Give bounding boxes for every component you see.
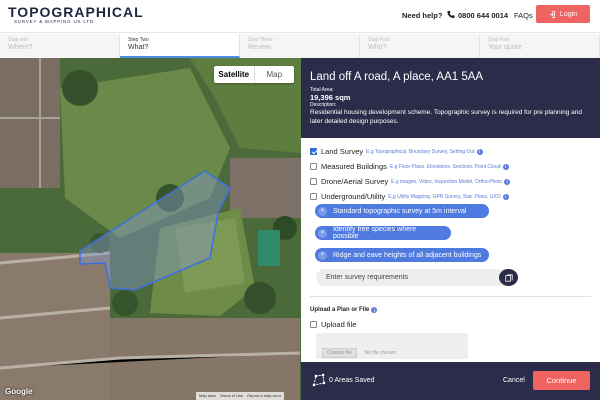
upload-file-option[interactable]: Upload file: [310, 320, 356, 329]
survey-type-land[interactable]: Land Survey E.g Topographical, Boundary …: [310, 144, 595, 159]
requirement-tags: × Standard topographic survey at 5m inte…: [315, 204, 490, 270]
info-icon[interactable]: i: [476, 148, 483, 155]
measured-buildings-checkbox[interactable]: [310, 163, 317, 170]
site-header: TOPOGRAPHICAL SURVEY & MAPPING UK LTD Ne…: [0, 0, 600, 33]
login-button[interactable]: Login: [536, 5, 590, 23]
areas-saved-count: 0 Areas Saved: [329, 377, 375, 384]
info-icon[interactable]: i: [502, 193, 509, 200]
utility-survey-checkbox[interactable]: [310, 193, 317, 200]
map-data-link[interactable]: Map data: [199, 392, 216, 400]
survey-type-utility[interactable]: Underground/Utility E.g Utility Mapping,…: [310, 189, 595, 204]
step-what[interactable]: Step Two What?: [120, 34, 240, 58]
requirement-tag: × Identify tree species where possible: [315, 226, 451, 240]
requirement-text: Ridge and eave heights of all adjacent b…: [333, 251, 482, 259]
survey-type-hint: E.g Topographical, Boundary Survey, Sett…: [366, 148, 475, 155]
section-divider: [310, 296, 591, 297]
survey-details-panel: Land off A road, A place, AA1 5AA Total …: [301, 58, 600, 400]
step-title: What?: [128, 44, 149, 51]
survey-type-label: Land Survey: [321, 147, 364, 156]
file-input[interactable]: Choose file No file chosen: [316, 333, 468, 359]
site-summary: Land off A road, A place, AA1 5AA Total …: [301, 58, 600, 138]
survey-type-drone[interactable]: Drone/Aerial Survey E.g images, Video, I…: [310, 174, 595, 189]
info-icon[interactable]: i: [371, 307, 378, 313]
survey-type-hint: E.g Utility Mapping, GPR Survey, Stat. P…: [388, 193, 501, 200]
upload-file-checkbox[interactable]: [310, 321, 317, 328]
upload-heading-text: Upload a Plan or File: [310, 307, 370, 313]
upload-file-label: Upload file: [321, 320, 357, 329]
info-icon[interactable]: i: [504, 178, 511, 185]
report-error-link[interactable]: Report a map error: [247, 392, 281, 400]
requirement-text: Identify tree species where possible: [332, 226, 417, 240]
logo-text: TOPOGRAPHICAL: [8, 4, 144, 20]
map-imagery: [0, 58, 301, 400]
continue-button[interactable]: Continue: [533, 371, 590, 390]
survey-type-buildings[interactable]: Measured Buildings E.g Floor Plans, Elev…: [310, 159, 595, 174]
requirement-tag: × Ridge and eave heights of all adjacent…: [315, 248, 490, 262]
phone-icon: [447, 10, 455, 19]
remove-tag-icon[interactable]: ×: [318, 228, 327, 238]
login-icon: [549, 10, 555, 18]
upload-heading: Upload a Plan or File i: [310, 307, 378, 313]
choose-file-button[interactable]: Choose file: [322, 348, 358, 358]
survey-type-label: Drone/Aerial Survey: [321, 177, 389, 186]
step-title: Your quote: [488, 44, 522, 51]
phone-number[interactable]: 0800 644 0014: [458, 11, 508, 20]
site-description: Residential housing development scheme. …: [310, 109, 582, 125]
step-title: Where?: [8, 44, 33, 51]
step-who[interactable]: Step Four Who?: [360, 34, 480, 58]
terms-link[interactable]: Terms of Use: [220, 392, 244, 400]
map-attribution: Map data Terms of Use Report a map error: [196, 392, 285, 400]
survey-type-label: Measured Buildings: [321, 162, 387, 171]
step-title: Review: [248, 44, 271, 51]
requirement-tag: × Standard topographic survey at 5m inte…: [315, 204, 490, 218]
remove-tag-icon[interactable]: ×: [318, 250, 327, 260]
survey-requirements-input[interactable]: [316, 269, 518, 286]
need-help-text: Need help?: [402, 11, 443, 20]
faqs-link[interactable]: FAQs: [514, 11, 533, 20]
requirement-text: Standard topographic survey at 5m interv…: [333, 207, 467, 215]
area-value: 19,396 sqm: [310, 93, 351, 102]
survey-type-hint: E.g Floor Plans, Elevations, Sections, P…: [389, 163, 501, 170]
cancel-button[interactable]: Cancel: [503, 377, 525, 384]
action-bar: 0 Areas Saved Cancel Continue: [301, 362, 600, 400]
info-icon[interactable]: i: [502, 163, 509, 170]
google-logo: Google: [5, 387, 33, 396]
satellite-map[interactable]: [0, 58, 301, 400]
login-label: Login: [559, 10, 578, 18]
step-quote[interactable]: Step Five Your quote: [480, 34, 600, 58]
site-title: Land off A road, A place, AA1 5AA: [310, 71, 484, 83]
step-title: Who?: [368, 44, 387, 51]
land-survey-checkbox[interactable]: [310, 148, 317, 155]
drone-survey-checkbox[interactable]: [310, 178, 317, 185]
map-button[interactable]: Map: [253, 66, 295, 83]
step-review[interactable]: Step Three Review: [240, 34, 360, 58]
no-file-text: No file chosen: [364, 350, 397, 356]
survey-type-label: Underground/Utility: [321, 192, 386, 201]
progress-steps: Step one Where? Step Two What? Step Thre…: [0, 34, 600, 58]
document-icon: [504, 273, 513, 282]
survey-type-hint: E.g images, Video, Inspection Model, Ort…: [391, 178, 503, 185]
remove-tag-icon[interactable]: ×: [318, 206, 327, 216]
map-type-toggle: Satellite Map: [214, 66, 294, 83]
step-where[interactable]: Step one Where?: [0, 34, 120, 58]
company-logo[interactable]: TOPOGRAPHICAL SURVEY & MAPPING UK LTD: [8, 4, 144, 25]
survey-type-list: Land Survey E.g Topographical, Boundary …: [310, 144, 595, 204]
add-requirement-button[interactable]: [499, 269, 518, 286]
area-polygon-icon: [312, 373, 326, 387]
satellite-button[interactable]: Satellite: [214, 66, 254, 83]
